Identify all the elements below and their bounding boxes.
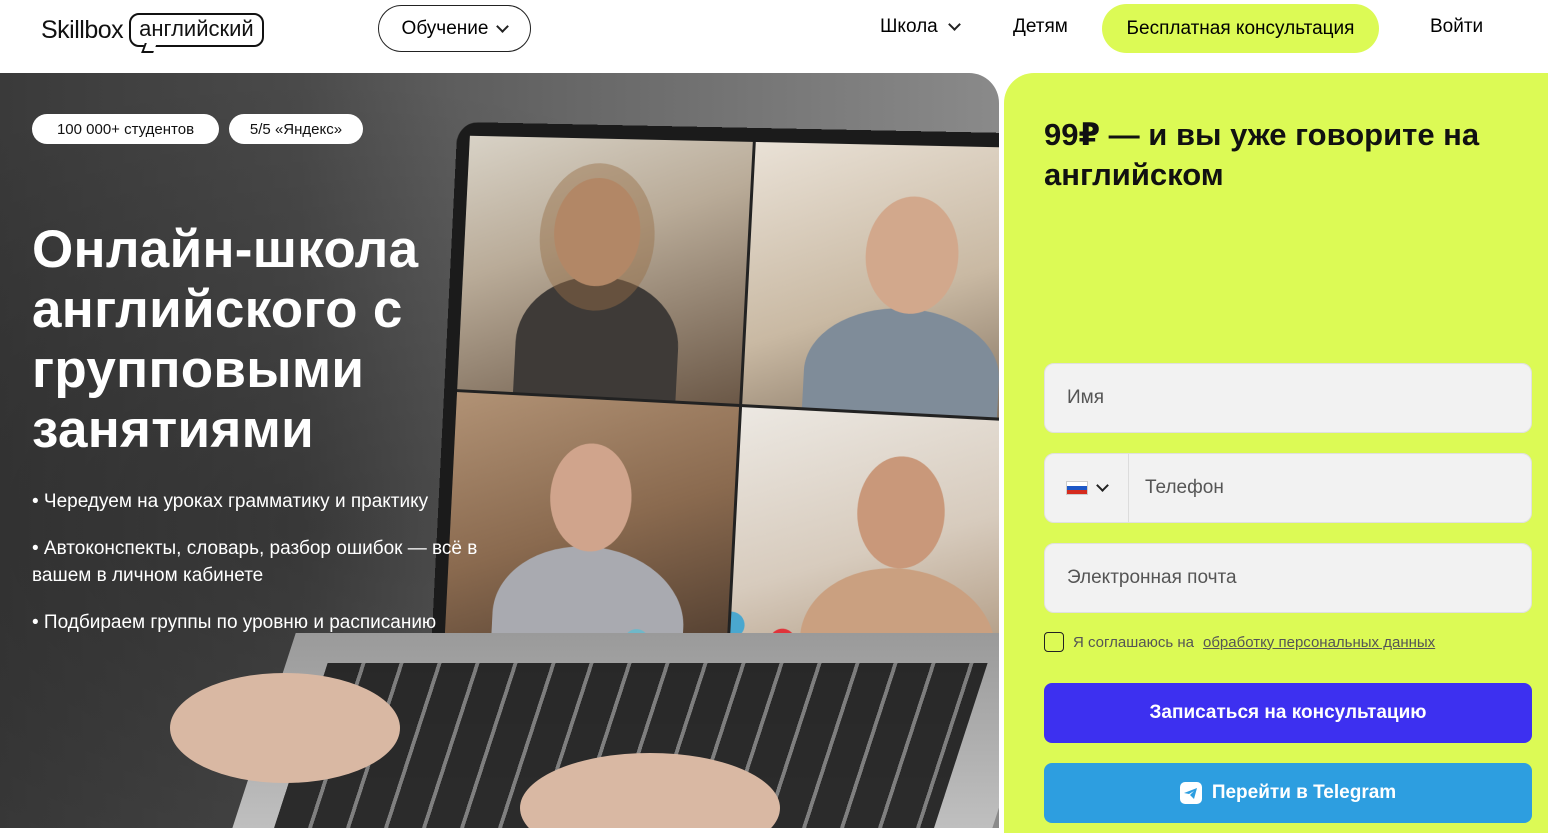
education-menu-label: Обучение bbox=[401, 17, 489, 39]
telegram-icon bbox=[1179, 782, 1202, 804]
telegram-button-label: Перейти в Telegram bbox=[1211, 782, 1397, 803]
russia-flag-icon bbox=[1066, 481, 1088, 495]
hero-title: Онлайн-школа английского с групповыми за… bbox=[32, 220, 419, 459]
email-field[interactable]: Электронная почта bbox=[1044, 543, 1532, 613]
feature-item: • Подбираем группы по уровню и расписани… bbox=[32, 612, 437, 633]
consent-row: Я соглашаюсь на обработку персональных д… bbox=[1044, 632, 1435, 652]
feature-item: • Автоконспекты, словарь, разбор ошибок … bbox=[32, 538, 478, 586]
yandex-rating-badge: 5/5 «Яндекс» bbox=[229, 114, 363, 144]
participant-tile bbox=[457, 135, 753, 404]
phone-input[interactable]: Телефон bbox=[1129, 477, 1224, 499]
nav-item-school[interactable]: Школа bbox=[880, 16, 961, 38]
participant-tile bbox=[741, 141, 999, 420]
students-count-badge: 100 000+ студентов bbox=[32, 114, 219, 144]
logo-sub-badge: английский bbox=[129, 13, 264, 47]
nav-school-label: Школа bbox=[880, 16, 938, 37]
consent-checkbox[interactable] bbox=[1044, 632, 1064, 652]
hero-section: 100 000+ студентов 5/5 «Яндекс» Онлайн-ш… bbox=[0, 73, 999, 828]
education-menu-button[interactable]: Обучение bbox=[378, 5, 531, 52]
login-link[interactable]: Войти bbox=[1430, 16, 1483, 38]
feature-item: • Чередуем на уроках грамматику и практи… bbox=[32, 491, 429, 512]
email-placeholder: Электронная почта bbox=[1067, 567, 1237, 588]
nav-item-kids[interactable]: Детям bbox=[1013, 16, 1068, 38]
signup-form-panel: 99₽ — и вы уже говорите на английском Им… bbox=[1004, 73, 1548, 833]
logo-text: Skillbox bbox=[41, 15, 124, 44]
site-header: Skillbox английский Обучение Школа Детям… bbox=[0, 0, 1548, 73]
name-placeholder: Имя bbox=[1067, 387, 1105, 408]
phone-field: Телефон bbox=[1044, 453, 1532, 523]
hand-image bbox=[170, 673, 400, 783]
consent-text: Я соглашаюсь на bbox=[1073, 633, 1194, 651]
privacy-policy-link[interactable]: обработку персональных данных bbox=[1203, 634, 1435, 651]
name-field[interactable]: Имя bbox=[1044, 363, 1532, 433]
telegram-button[interactable]: Перейти в Telegram bbox=[1044, 763, 1532, 823]
country-code-select[interactable] bbox=[1045, 454, 1129, 522]
chevron-down-icon bbox=[947, 18, 961, 31]
chevron-down-icon bbox=[496, 19, 510, 33]
skillbox-logo[interactable]: Skillbox английский bbox=[41, 10, 264, 50]
feature-list: • Чередуем на уроках грамматику и практи… bbox=[32, 488, 532, 656]
book-consultation-button[interactable]: Записаться на консультацию bbox=[1044, 683, 1532, 743]
form-title: 99₽ — и вы уже говорите на английском bbox=[1044, 117, 1480, 192]
chevron-down-icon bbox=[1096, 479, 1109, 492]
free-consultation-button[interactable]: Бесплатная консультация bbox=[1102, 4, 1379, 53]
